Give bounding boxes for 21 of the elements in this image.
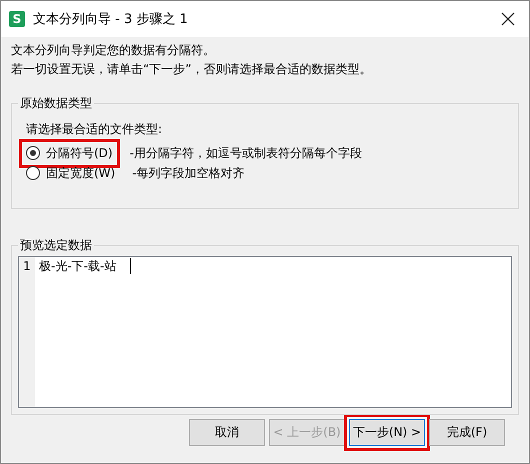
radio-button[interactable] <box>26 146 40 160</box>
radio-button[interactable] <box>26 166 40 180</box>
dialog-button[interactable]: 取消 <box>189 419 265 446</box>
dialog-button[interactable]: 完成(F) <box>429 419 505 446</box>
radio-option[interactable]: 固定宽度(W) <box>19 158 122 188</box>
app-icon: S <box>9 11 25 27</box>
prompt-text: 请选择最合适的文件类型: <box>26 121 164 138</box>
option-description: -用分隔字符，如逗号或制表符分隔每个字段 <box>130 144 362 162</box>
preview-text: 极-光-下-载-站 <box>39 258 116 275</box>
instruction-text: 若一切设置无误，请单击“下一步”，否则请选择最合适的数据类型。 <box>11 61 372 78</box>
group-legend: 原始数据类型 <box>18 95 94 111</box>
line-number: 1 <box>23 258 31 275</box>
radio-label[interactable]: 固定宽度(W) <box>46 164 116 182</box>
instruction-text: 文本分列向导判定您的数据有分隔符。 <box>11 42 216 59</box>
radio-label[interactable]: 分隔符号(D) <box>46 144 113 162</box>
group-legend: 预览选定数据 <box>18 237 94 253</box>
text-cursor <box>130 258 132 274</box>
close-icon[interactable] <box>501 12 515 26</box>
window-title: 文本分列向导 - 3 步骤之 1 <box>33 11 189 28</box>
dialog-button[interactable]: 下一步(N) > <box>349 419 425 446</box>
option-description: -每列字段加空格对齐 <box>132 164 245 182</box>
